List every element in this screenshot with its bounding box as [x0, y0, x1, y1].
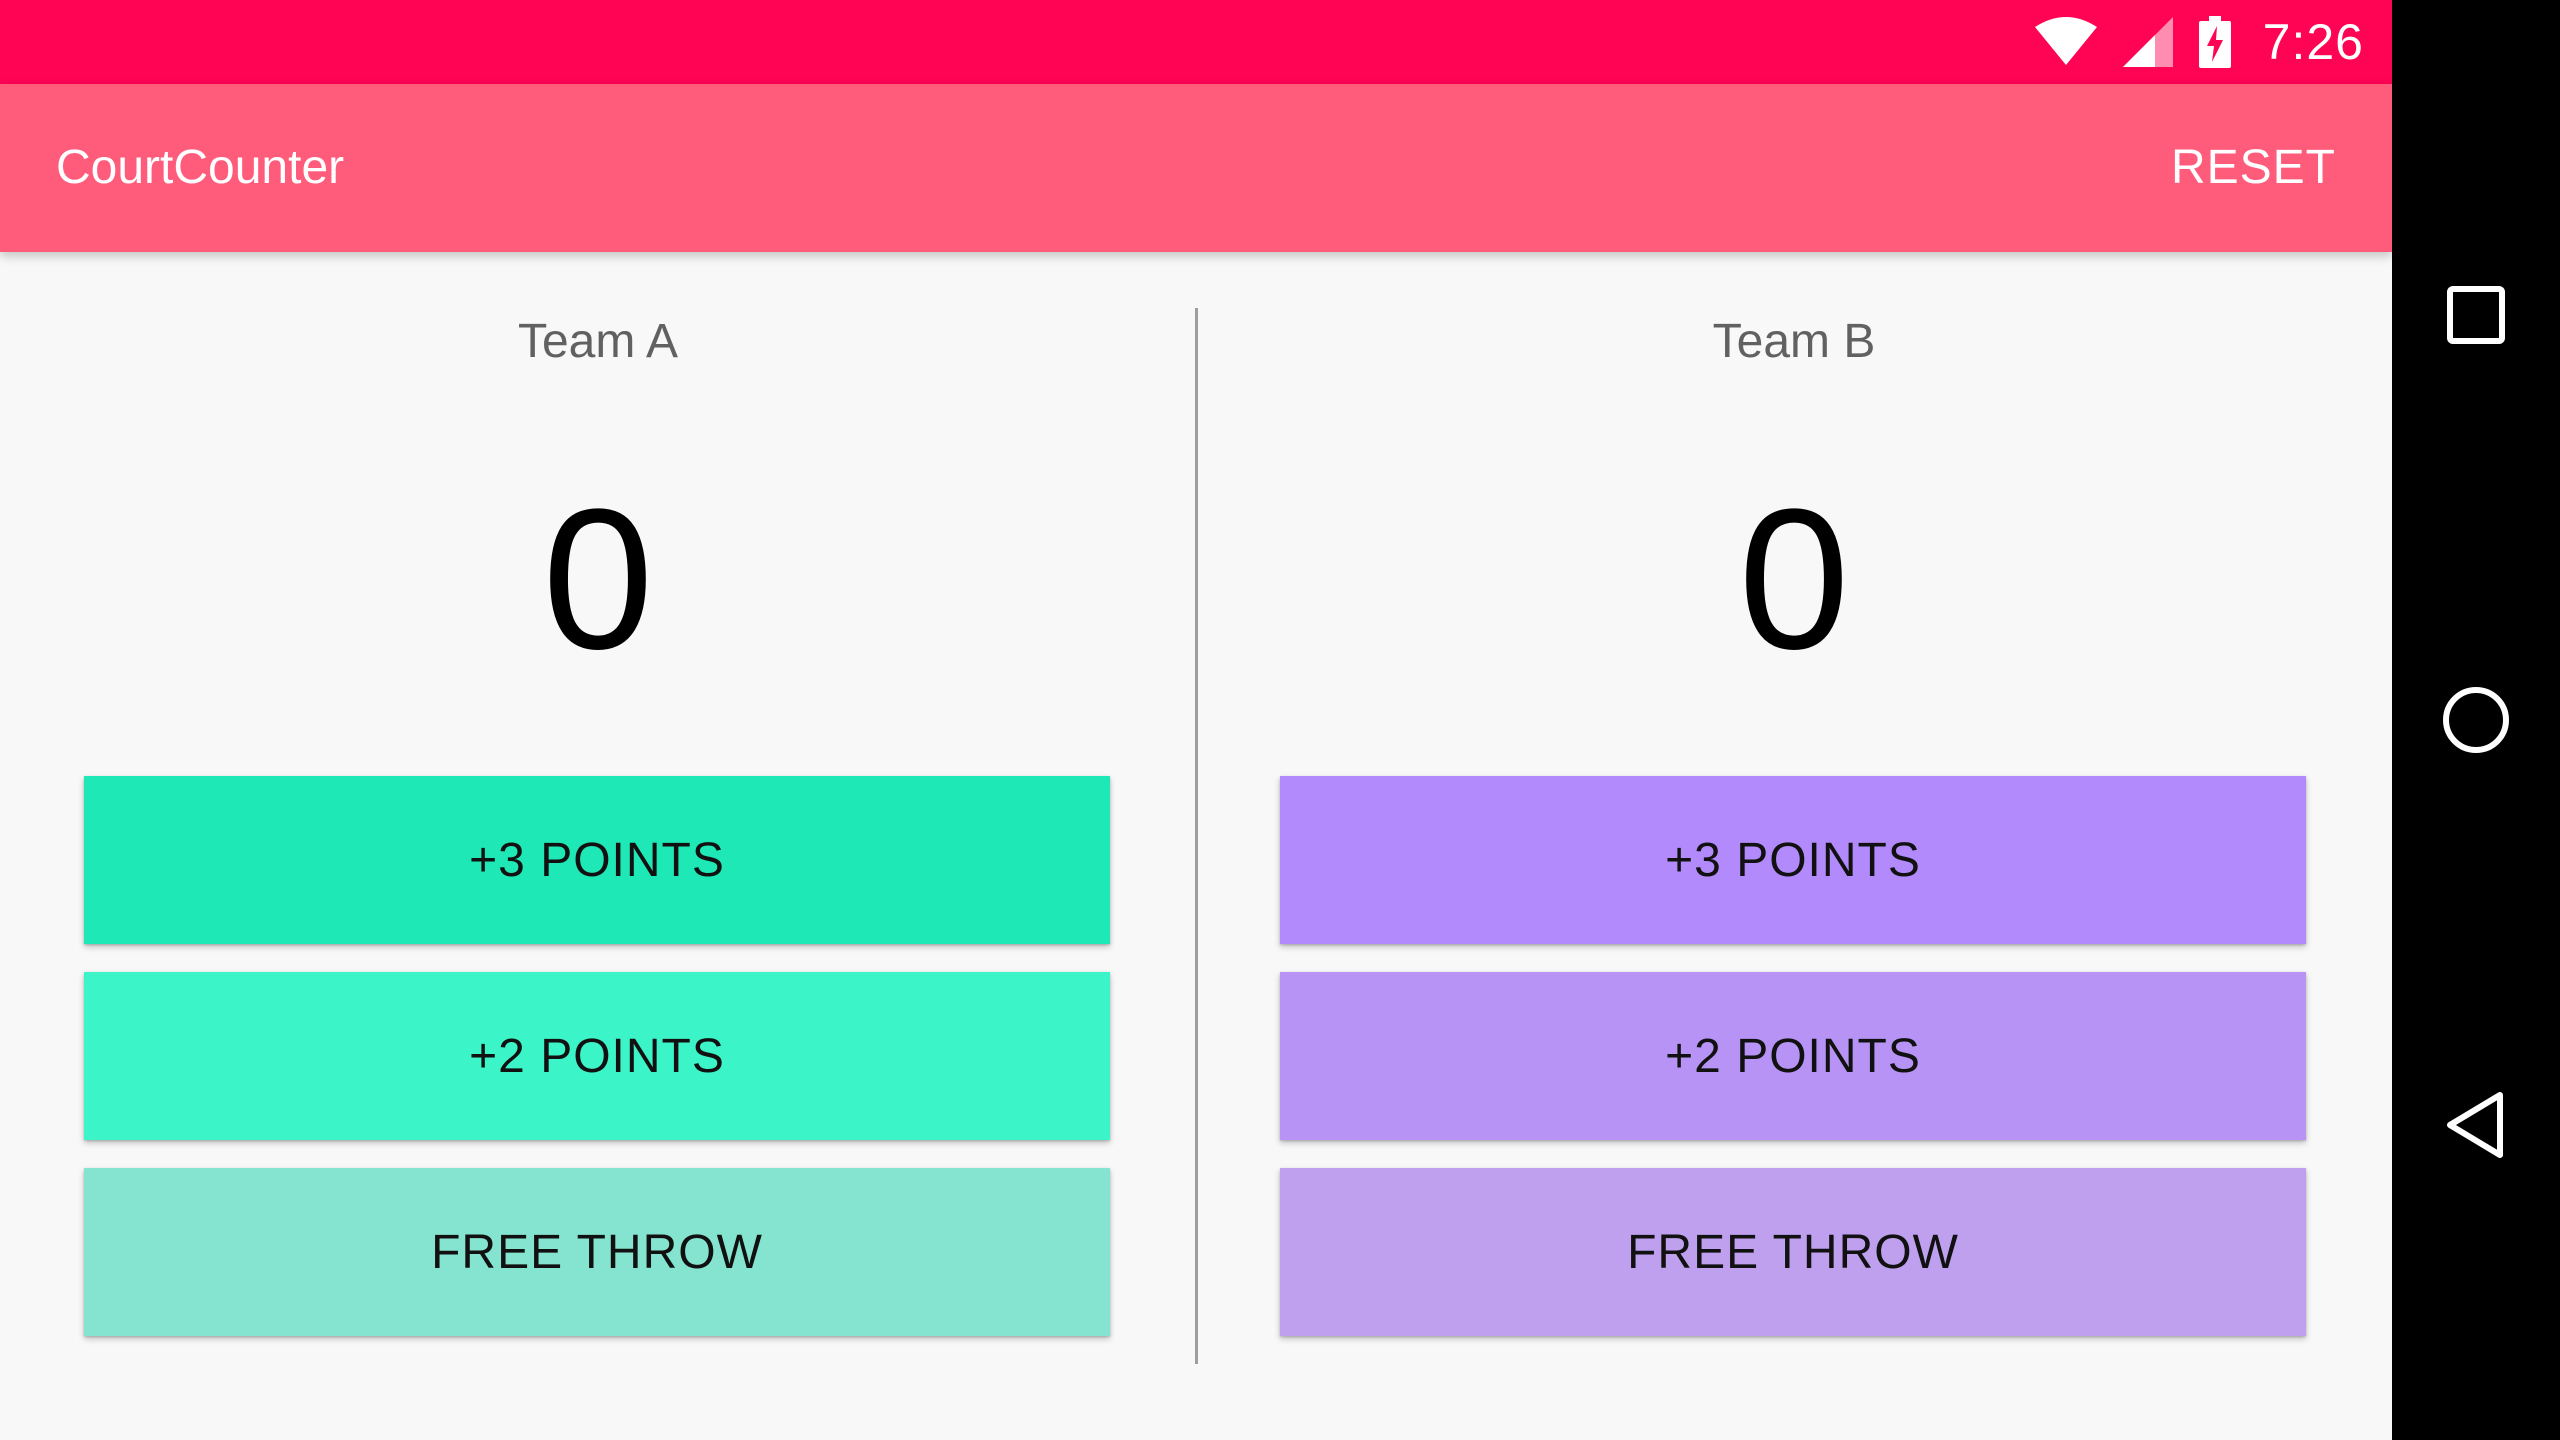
team-a-name: Team A — [517, 315, 679, 368]
team-b-name: Team B — [1712, 315, 1876, 368]
app-screen: 7:26 CourtCounter RESET Team A 0 +3 POIN… — [0, 0, 2392, 1440]
navigation-bar — [2392, 0, 2560, 1440]
team-a-free-throw-button[interactable]: FREE THROW — [84, 1168, 1110, 1336]
team-b-score: 0 — [1738, 468, 1850, 691]
reset-button[interactable]: RESET — [2159, 84, 2348, 252]
team-b-free-throw-button[interactable]: FREE THROW — [1280, 1168, 2306, 1336]
device-frame: 7:26 CourtCounter RESET Team A 0 +3 POIN… — [0, 0, 2560, 1440]
home-icon[interactable] — [2436, 680, 2516, 760]
team-b-plus-2-button[interactable]: +2 POINTS — [1280, 972, 2306, 1140]
status-icons: 7:26 — [2034, 0, 2364, 84]
app-title: CourtCounter — [56, 141, 345, 194]
team-a-plus-3-button[interactable]: +3 POINTS — [84, 776, 1110, 944]
team-b-panel: Team B 0 +3 POINTS +2 POINTS FREE THROW — [1196, 252, 2392, 1440]
battery-charging-icon — [2198, 16, 2231, 68]
status-bar: 7:26 — [0, 0, 2392, 84]
wifi-icon — [2034, 17, 2097, 67]
team-a-score: 0 — [542, 468, 654, 691]
team-b-plus-3-button[interactable]: +3 POINTS — [1280, 776, 2306, 944]
cell-signal-icon — [2122, 17, 2173, 67]
back-icon[interactable] — [2436, 1085, 2516, 1165]
scoreboard: Team A 0 +3 POINTS +2 POINTS FREE THROW … — [0, 252, 2392, 1440]
app-bar: CourtCounter RESET — [0, 84, 2392, 252]
recents-icon[interactable] — [2436, 275, 2516, 355]
team-a-panel: Team A 0 +3 POINTS +2 POINTS FREE THROW — [0, 252, 1196, 1440]
team-a-plus-2-button[interactable]: +2 POINTS — [84, 972, 1110, 1140]
status-clock: 7:26 — [2262, 14, 2364, 70]
